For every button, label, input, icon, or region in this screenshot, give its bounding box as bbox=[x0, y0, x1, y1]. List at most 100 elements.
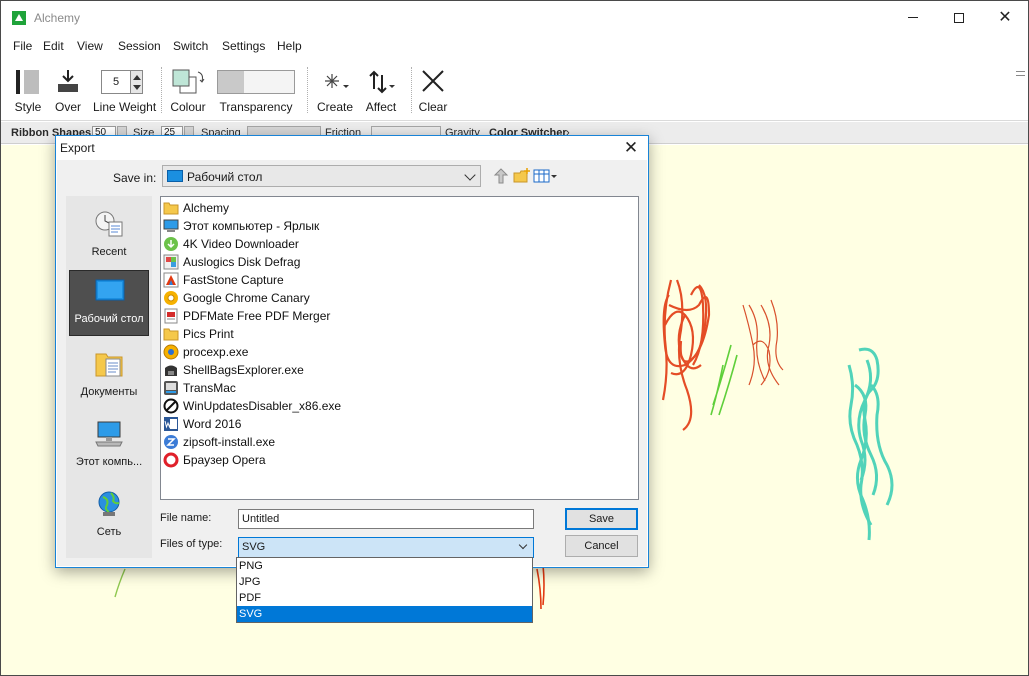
list-item[interactable]: 4K Video Downloader bbox=[163, 235, 633, 253]
list-item[interactable]: FastStone Capture bbox=[163, 271, 633, 289]
desktop-icon bbox=[95, 279, 125, 301]
orange-bottom-stroke bbox=[536, 564, 545, 610]
affect-label: Affect bbox=[365, 100, 397, 114]
list-item[interactable]: Alchemy bbox=[163, 199, 633, 217]
create-sparkle-icon bbox=[325, 74, 349, 88]
recent-icon bbox=[95, 211, 123, 237]
procexp-icon bbox=[163, 344, 179, 360]
up-one-level-icon[interactable] bbox=[492, 167, 510, 185]
list-item[interactable]: PDFMate Free PDF Merger bbox=[163, 307, 633, 325]
alchemy-app-icon bbox=[12, 11, 26, 25]
colour-button[interactable]: Colour bbox=[167, 59, 209, 121]
maximize-button[interactable] bbox=[936, 1, 982, 35]
colour-swap-icon bbox=[172, 69, 205, 94]
minimize-button[interactable] bbox=[890, 1, 936, 35]
file-type-option-pdf[interactable]: PDF bbox=[237, 590, 532, 606]
colour-label: Colour bbox=[170, 100, 206, 114]
menu-help[interactable]: Help bbox=[277, 39, 302, 53]
line-weight-spinner[interactable] bbox=[130, 70, 143, 94]
file-type-dropdown: PNG JPG PDF SVG bbox=[236, 557, 533, 623]
video-downloader-icon bbox=[164, 237, 178, 251]
winupdates-disabler-icon bbox=[163, 398, 179, 414]
file-name: TransMac bbox=[183, 381, 236, 395]
file-name-label: File name: bbox=[160, 512, 212, 524]
view-menu-icon[interactable] bbox=[533, 167, 557, 185]
place-network[interactable]: Сеть bbox=[69, 484, 149, 550]
list-item[interactable]: ShellBagsExplorer.exe bbox=[163, 361, 633, 379]
menu-bar: File Edit View Session Switch Settings H… bbox=[1, 36, 1028, 56]
list-item[interactable]: Браузер Opera bbox=[163, 451, 633, 469]
save-button[interactable]: Save bbox=[565, 508, 638, 530]
line-weight-control: 5 Line Weight bbox=[93, 59, 157, 121]
red-ribbon-stroke bbox=[661, 279, 711, 431]
places-bar: Recent Рабочий стол Документы Этот компь… bbox=[66, 196, 152, 558]
dialog-body: Save in: Рабочий стол Recent Рабочий сто… bbox=[57, 160, 647, 566]
file-name: PDFMate Free PDF Merger bbox=[183, 309, 331, 323]
list-item[interactable]: Pics Print bbox=[163, 325, 633, 343]
toolbar-options-grip-icon[interactable] bbox=[1016, 71, 1025, 76]
line-weight-label: Line Weight bbox=[93, 100, 157, 114]
file-name: Word 2016 bbox=[183, 417, 242, 431]
file-list[interactable]: Alchemy Этот компьютер - Ярлык 4K Video … bbox=[160, 196, 639, 500]
file-name-field[interactable]: Untitled bbox=[238, 509, 534, 529]
file-name: Google Chrome Canary bbox=[183, 291, 310, 305]
toolbar: Style Over 5 Line Weight Colour Transpar… bbox=[1, 59, 1028, 121]
list-item[interactable]: Этот компьютер - Ярлык bbox=[163, 217, 633, 235]
list-item[interactable]: zipsoft-install.exe bbox=[163, 433, 633, 451]
chevron-down-icon bbox=[518, 540, 528, 550]
menu-view[interactable]: View bbox=[77, 39, 103, 53]
menu-switch[interactable]: Switch bbox=[173, 39, 208, 53]
line-weight-input[interactable]: 5 bbox=[101, 70, 131, 94]
file-name: Auslogics Disk Defrag bbox=[183, 255, 301, 269]
zipsoft-icon bbox=[164, 435, 178, 449]
close-window-button[interactable]: ✕ bbox=[982, 1, 1028, 35]
affect-button[interactable]: Affect bbox=[361, 59, 401, 121]
save-in-label: Save in: bbox=[113, 171, 157, 185]
place-recent[interactable]: Recent bbox=[69, 204, 149, 270]
shellbags-icon bbox=[165, 365, 177, 376]
clear-x-icon bbox=[422, 70, 444, 92]
clear-button[interactable]: Clear bbox=[415, 59, 451, 121]
defrag-icon bbox=[163, 254, 179, 270]
list-item[interactable]: procexp.exe bbox=[163, 343, 633, 361]
spin-down-icon bbox=[133, 85, 141, 90]
toolbar-separator bbox=[411, 67, 412, 113]
close-icon: ✕ bbox=[623, 138, 639, 157]
style-button[interactable]: Style bbox=[9, 59, 47, 121]
transmac-icon bbox=[164, 381, 178, 395]
menu-file[interactable]: File bbox=[13, 39, 32, 53]
computer-icon bbox=[95, 421, 123, 447]
file-type-option-svg[interactable]: SVG bbox=[237, 606, 532, 622]
clear-label: Clear bbox=[418, 100, 448, 114]
cancel-button[interactable]: Cancel bbox=[565, 535, 638, 557]
file-name: procexp.exe bbox=[183, 345, 249, 359]
transparency-slider[interactable]: Transparency bbox=[215, 59, 297, 121]
new-folder-icon[interactable] bbox=[513, 167, 531, 185]
file-type-select[interactable]: SVG bbox=[238, 537, 534, 558]
list-item[interactable]: TransMac bbox=[163, 379, 633, 397]
place-label: Этот компь... bbox=[75, 456, 143, 468]
file-name: FastStone Capture bbox=[183, 273, 284, 287]
file-name: WinUpdatesDisabler_x86.exe bbox=[183, 399, 342, 413]
affect-arrows-icon bbox=[369, 70, 395, 94]
menu-session[interactable]: Session bbox=[118, 39, 161, 53]
file-type-option-png[interactable]: PNG bbox=[237, 558, 532, 574]
style-icon bbox=[16, 70, 39, 94]
over-label: Over bbox=[54, 100, 81, 114]
list-item[interactable]: Auslogics Disk Defrag bbox=[163, 253, 633, 271]
list-item[interactable]: Google Chrome Canary bbox=[163, 289, 633, 307]
place-desktop[interactable]: Рабочий стол bbox=[69, 270, 149, 336]
over-button[interactable]: Over bbox=[51, 59, 85, 121]
menu-edit[interactable]: Edit bbox=[43, 39, 64, 53]
file-type-option-jpg[interactable]: JPG bbox=[237, 574, 532, 590]
list-item[interactable]: WinUpdatesDisabler_x86.exe bbox=[163, 397, 633, 415]
list-item[interactable]: Word 2016 bbox=[163, 415, 633, 433]
menu-settings[interactable]: Settings bbox=[222, 39, 265, 53]
create-button[interactable]: Create bbox=[315, 59, 355, 121]
word-icon bbox=[164, 417, 178, 431]
place-this-pc[interactable]: Этот компь... bbox=[69, 414, 149, 480]
save-in-combo[interactable]: Рабочий стол bbox=[162, 165, 481, 187]
place-documents[interactable]: Документы bbox=[69, 344, 149, 410]
file-name: Alchemy bbox=[183, 201, 230, 215]
dialog-close-button[interactable]: ✕ bbox=[614, 136, 648, 160]
